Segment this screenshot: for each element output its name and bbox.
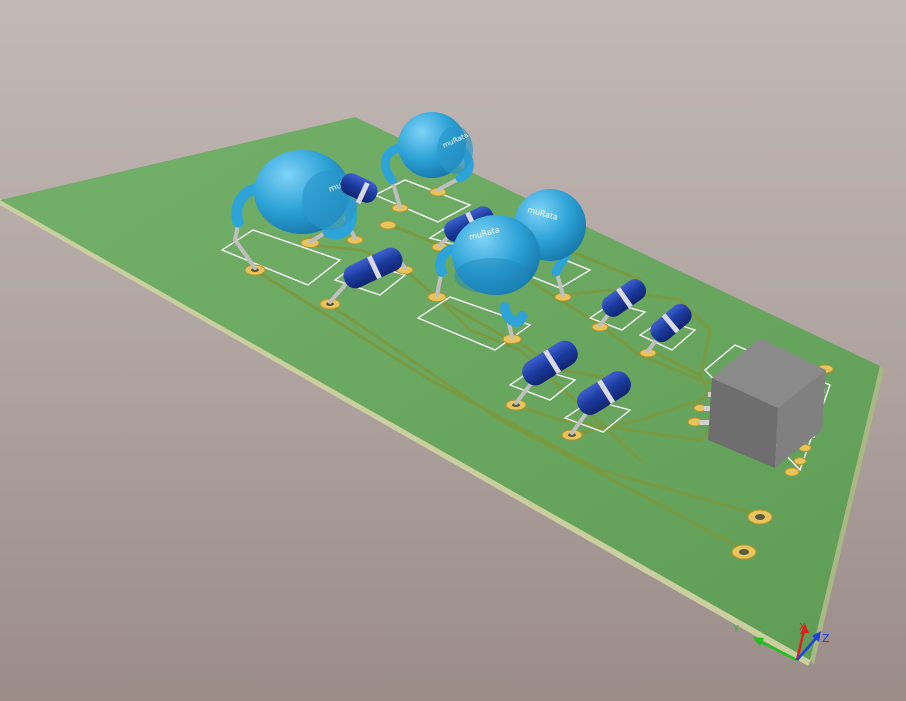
axis-y-arrow-icon xyxy=(752,637,764,646)
pcb-3d-scene: muRata muRata muRata muRata xyxy=(0,112,884,666)
axis-x-label: X xyxy=(799,622,806,633)
3d-viewport[interactable]: muRata muRata muRata muRata xyxy=(0,0,906,701)
axis-y-label: Y xyxy=(732,624,740,635)
axis-z-label: Z xyxy=(822,632,830,645)
